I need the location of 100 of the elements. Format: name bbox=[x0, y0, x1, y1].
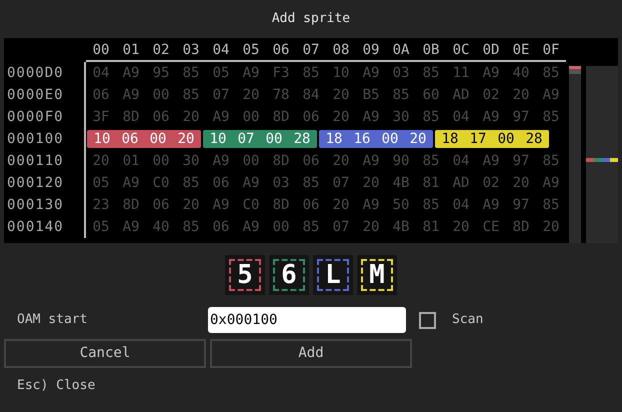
byte-cell-text: A9 bbox=[122, 86, 140, 104]
column-header: 0A bbox=[392, 40, 410, 60]
byte-cell-text: 06 bbox=[302, 152, 320, 170]
column-header: 0E bbox=[512, 40, 530, 60]
byte-cell-text: 05 bbox=[92, 218, 110, 236]
byte-cell-text: A9 bbox=[242, 64, 260, 82]
byte-cell-text: CE bbox=[482, 218, 500, 236]
byte-cell-text: 85 bbox=[542, 64, 560, 82]
byte-cell-text: A9 bbox=[212, 108, 230, 126]
byte-cell-text: 85 bbox=[542, 196, 560, 214]
column-header: 06 bbox=[272, 40, 290, 60]
byte-cell-text: 85 bbox=[182, 218, 200, 236]
byte-cell-text: 20 bbox=[332, 196, 350, 214]
sprite-tile: M bbox=[357, 255, 397, 295]
highlighted-bytes: 10 07 00 28 bbox=[203, 130, 317, 148]
byte-cell-text: A9 bbox=[122, 64, 140, 82]
byte-cell-text: 02 bbox=[482, 174, 500, 192]
byte-cell-text: 8D bbox=[512, 218, 530, 236]
byte-cell-text: 01 bbox=[122, 152, 140, 170]
byte-cell-text: 4B bbox=[392, 218, 410, 236]
byte-cell-text: 85 bbox=[182, 174, 200, 192]
byte-cell-text: 60 bbox=[422, 86, 440, 104]
byte-cell-text: 02 bbox=[482, 86, 500, 104]
footer-hint: Esc) Close bbox=[16, 377, 96, 395]
byte-cell-text: A9 bbox=[542, 86, 560, 104]
byte-cell-text: A9 bbox=[212, 152, 230, 170]
byte-cell-text: 20 bbox=[362, 174, 380, 192]
byte-cell-text: 85 bbox=[392, 86, 410, 104]
byte-cell-text: 20 bbox=[512, 86, 530, 104]
byte-cell-text: 8D bbox=[122, 196, 140, 214]
dialog-button[interactable]: Cancel bbox=[4, 339, 206, 368]
byte-cell-text: A9 bbox=[362, 196, 380, 214]
byte-cell-text: A9 bbox=[482, 108, 500, 126]
byte-cell-text: 04 bbox=[452, 152, 470, 170]
byte-cell-text: 00 bbox=[152, 152, 170, 170]
byte-cell-text: 4B bbox=[392, 174, 410, 192]
byte-cell-text: A9 bbox=[362, 64, 380, 82]
byte-cell-text: 04 bbox=[452, 196, 470, 214]
checkbox[interactable] bbox=[419, 312, 436, 328]
highlighted-bytes: 18 16 00 20 bbox=[319, 130, 433, 148]
byte-cell-text: C0 bbox=[152, 174, 170, 192]
highlighted-bytes: 18 17 00 28 bbox=[435, 130, 549, 148]
byte-cell-text: 97 bbox=[512, 196, 530, 214]
byte-cell-text: 30 bbox=[182, 152, 200, 170]
column-header: 0D bbox=[482, 40, 500, 60]
scrollbar[interactable] bbox=[569, 66, 581, 243]
byte-cell-text: 8D bbox=[272, 196, 290, 214]
byte-cell-text: A9 bbox=[122, 174, 140, 192]
row-offset: 000100 bbox=[6, 130, 65, 148]
window-title: Add sprite bbox=[270, 10, 352, 28]
byte-cell-text: 20 bbox=[182, 196, 200, 214]
byte-cell-text: 07 bbox=[212, 86, 230, 104]
byte-cell-text: A9 bbox=[212, 196, 230, 214]
byte-cell-text: 20 bbox=[362, 218, 380, 236]
byte-cell-text: 50 bbox=[392, 196, 410, 214]
minimap[interactable] bbox=[586, 66, 618, 243]
column-header: 08 bbox=[332, 40, 350, 60]
byte-cell-text: 85 bbox=[302, 174, 320, 192]
row-offset: 000130 bbox=[6, 196, 65, 214]
column-header: 0C bbox=[452, 40, 470, 60]
column-header: 07 bbox=[302, 40, 320, 60]
byte-cell-text: 40 bbox=[512, 64, 530, 82]
byte-cell-text: 20 bbox=[92, 152, 110, 170]
row-offset: 000140 bbox=[6, 218, 65, 236]
byte-cell-text: 81 bbox=[422, 218, 440, 236]
byte-cell-text: 85 bbox=[422, 64, 440, 82]
sprite-tile: L bbox=[313, 255, 353, 295]
row-offset: 000110 bbox=[6, 152, 65, 170]
byte-cell-text: 20 bbox=[542, 218, 560, 236]
byte-cell-text: 04 bbox=[92, 64, 110, 82]
dialog-button[interactable]: Add bbox=[210, 339, 412, 368]
byte-cell-text: 8D bbox=[122, 108, 140, 126]
column-header: 01 bbox=[122, 40, 140, 60]
byte-cell-text: F3 bbox=[272, 64, 290, 82]
byte-cell-text: A9 bbox=[122, 218, 140, 236]
byte-cell-text: 20 bbox=[452, 218, 470, 236]
byte-cell-text: 40 bbox=[152, 218, 170, 236]
byte-cell-text: 8D bbox=[272, 108, 290, 126]
input-field[interactable]: 0x000100 bbox=[208, 307, 406, 333]
byte-cell-text: A9 bbox=[242, 174, 260, 192]
field-label: OAM start bbox=[16, 311, 88, 330]
byte-cell-text: 97 bbox=[512, 152, 530, 170]
byte-cell-text: 85 bbox=[182, 64, 200, 82]
byte-cell-text: 85 bbox=[422, 152, 440, 170]
byte-cell-text: 95 bbox=[152, 64, 170, 82]
byte-cell-text: A9 bbox=[482, 64, 500, 82]
byte-cell-text: 8D bbox=[272, 152, 290, 170]
byte-cell-text: A9 bbox=[482, 152, 500, 170]
byte-cell-text: 06 bbox=[302, 196, 320, 214]
row-offset: 0000D0 bbox=[6, 64, 65, 82]
column-header: 00 bbox=[92, 40, 110, 60]
byte-cell-text: AD bbox=[452, 174, 470, 192]
byte-cell-text: 00 bbox=[152, 86, 170, 104]
column-header: 09 bbox=[362, 40, 380, 60]
row-offset: 000120 bbox=[6, 174, 65, 192]
byte-cell-text: 00 bbox=[272, 218, 290, 236]
byte-cell-text: 85 bbox=[182, 86, 200, 104]
byte-cell-text: 03 bbox=[392, 64, 410, 82]
sprite-tile: 5 bbox=[225, 255, 265, 295]
byte-cell-text: A9 bbox=[362, 108, 380, 126]
